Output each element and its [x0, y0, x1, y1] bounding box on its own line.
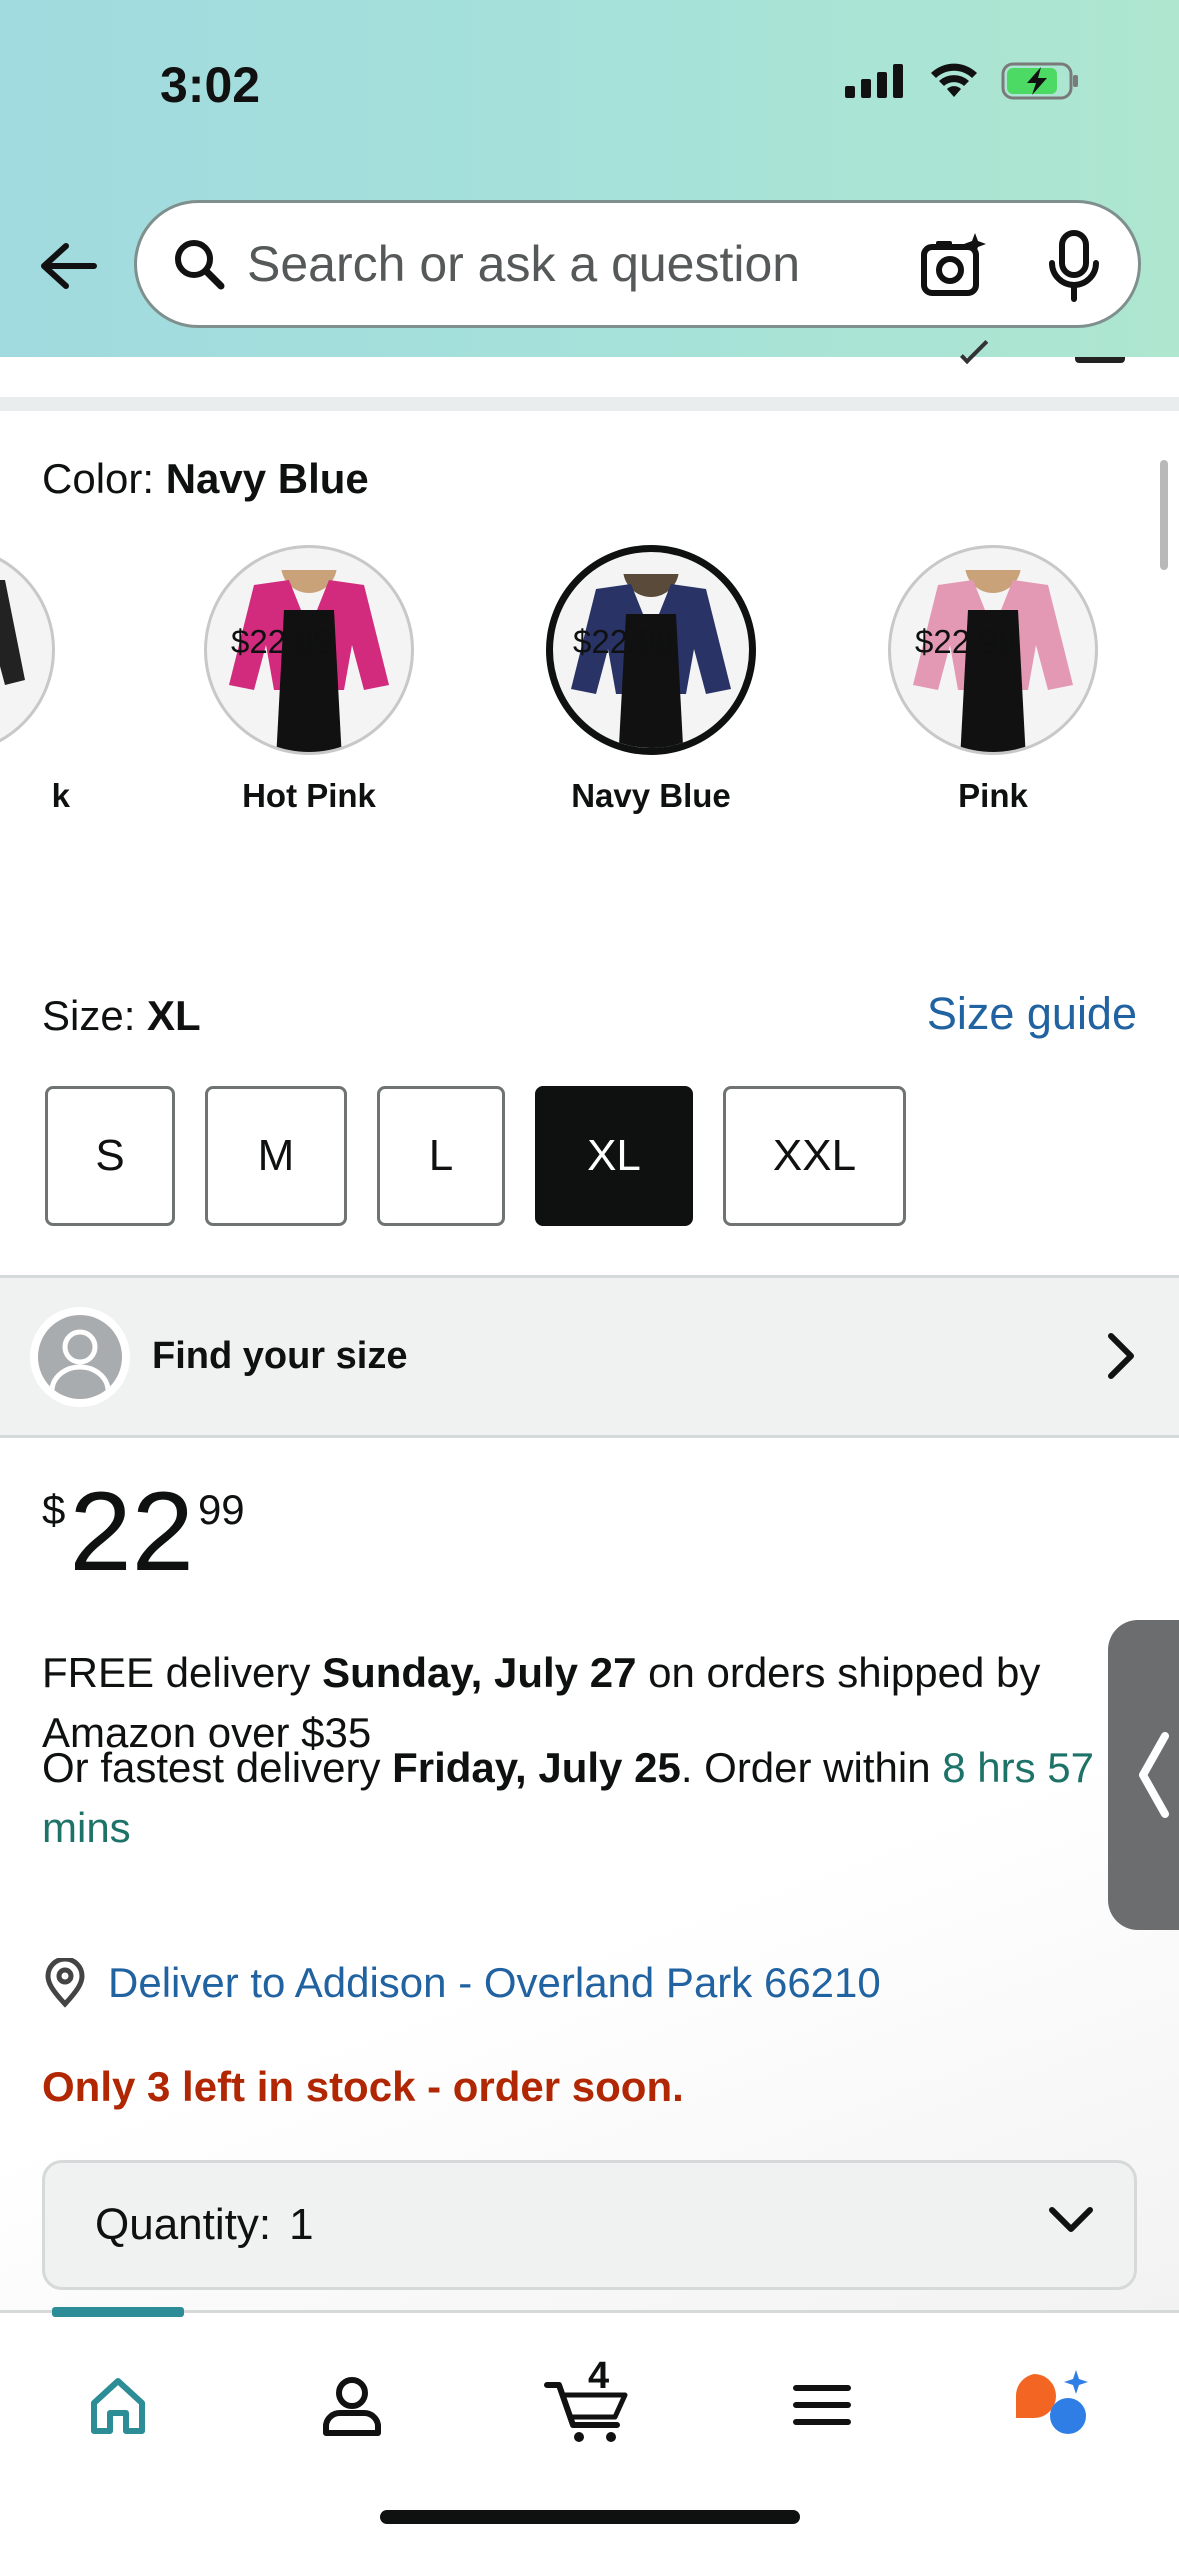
- status-time: 3:02: [160, 57, 261, 113]
- stock-status: Only 3 left in stock - order soon.: [42, 2063, 684, 2110]
- nav-rufus-assistant[interactable]: [1004, 2355, 1104, 2455]
- camera-search-icon[interactable]: [918, 231, 988, 306]
- signal-icon: [845, 64, 903, 98]
- buy-box: $ 22 99 FREE delivery Sunday, July 27 on…: [0, 1438, 1179, 2318]
- color-swatch-hot-pink[interactable]: $22.99 Hot Pink: [189, 545, 429, 815]
- quantity-label: Quantity:: [95, 2200, 272, 2249]
- size-m-button[interactable]: M: [205, 1086, 347, 1226]
- deliver-to-link[interactable]: Deliver to Addison - Overland Park 66210: [42, 1958, 881, 2008]
- price-fraction: 99: [197, 1486, 245, 1533]
- size-s-button[interactable]: S: [45, 1086, 175, 1226]
- app-header: 3:02: [0, 0, 1179, 357]
- color-swatch-navy-blue[interactable]: $22.99 Navy Blue: [531, 545, 771, 815]
- back-button[interactable]: [32, 230, 104, 302]
- avatar: [30, 1306, 130, 1407]
- color-swatches: 9 k $22.99 Hot Pink $22.99 Navy Blue: [0, 545, 1179, 905]
- search-input[interactable]: [247, 235, 887, 293]
- person-icon: [323, 2377, 381, 2436]
- back-arrow-icon: [41, 243, 97, 289]
- nav-cart[interactable]: 4: [538, 2355, 638, 2455]
- selected-size: XL: [147, 992, 201, 1039]
- home-icon: [91, 2378, 145, 2434]
- find-your-size-row[interactable]: Find your size: [0, 1275, 1179, 1438]
- assistant-chat-icon: [1015, 2370, 1088, 2434]
- chevron-down-icon: [1049, 2207, 1093, 2232]
- size-xl-button[interactable]: XL: [535, 1086, 693, 1226]
- home-indicator: [380, 2510, 800, 2524]
- section-divider: [0, 335, 1179, 412]
- nav-home[interactable]: [68, 2355, 168, 2455]
- swatch-name: Hot Pink: [242, 777, 376, 814]
- location-pin-icon: [45, 1958, 85, 2008]
- nav-menu[interactable]: [772, 2355, 872, 2455]
- product-price: $ 22 99: [42, 1476, 245, 1588]
- chevron-left-icon: [1139, 1732, 1169, 1818]
- price-whole: 22: [69, 1469, 194, 1594]
- size-xxl-button[interactable]: XXL: [723, 1086, 906, 1226]
- swatch-price: $22.99: [915, 623, 1016, 660]
- swatch-image: [0, 545, 55, 755]
- user-avatar-icon: [38, 1314, 122, 1399]
- chevron-right-icon: [1108, 1333, 1134, 1379]
- wifi-icon: [931, 63, 977, 97]
- price-symbol: $: [42, 1486, 66, 1533]
- size-options: S M L XL XXL: [45, 1086, 906, 1226]
- color-label: Color: Navy Blue: [42, 455, 369, 502]
- swatch-price: $22.99: [231, 623, 332, 660]
- quantity-select[interactable]: Quantity: 1: [42, 2160, 1137, 2290]
- status-icons: [845, 62, 1081, 100]
- cart-count-badge: 4: [588, 2355, 610, 2397]
- side-panel-tab[interactable]: [1108, 1620, 1179, 1930]
- active-tab-indicator: [52, 2307, 184, 2317]
- swatch-name: Pink: [958, 777, 1028, 814]
- swatch-name: Navy Blue: [571, 777, 731, 814]
- color-swatch-black[interactable]: 9 k: [0, 545, 70, 815]
- find-your-size-label: Find your size: [152, 1335, 408, 1377]
- swatch-price: $22.99: [573, 623, 674, 660]
- color-swatch-pink[interactable]: $22.99 Pink: [873, 545, 1113, 815]
- microphone-icon[interactable]: [1044, 229, 1104, 308]
- size-guide-link[interactable]: Size guide: [927, 988, 1137, 1040]
- menu-icon: [793, 2385, 851, 2425]
- fastest-delivery-text: Or fastest delivery Friday, July 25. Ord…: [42, 1744, 1094, 1851]
- selected-color: Navy Blue: [165, 455, 369, 502]
- search-icon: [163, 228, 235, 300]
- search-bar[interactable]: [134, 200, 1141, 328]
- quantity-value: 1: [289, 2200, 314, 2249]
- battery-charging-icon: [1001, 62, 1078, 100]
- partial-icon: [1075, 357, 1125, 363]
- size-l-button[interactable]: L: [377, 1086, 505, 1226]
- nav-account[interactable]: [302, 2355, 402, 2455]
- size-label: Size: XL: [42, 992, 201, 1039]
